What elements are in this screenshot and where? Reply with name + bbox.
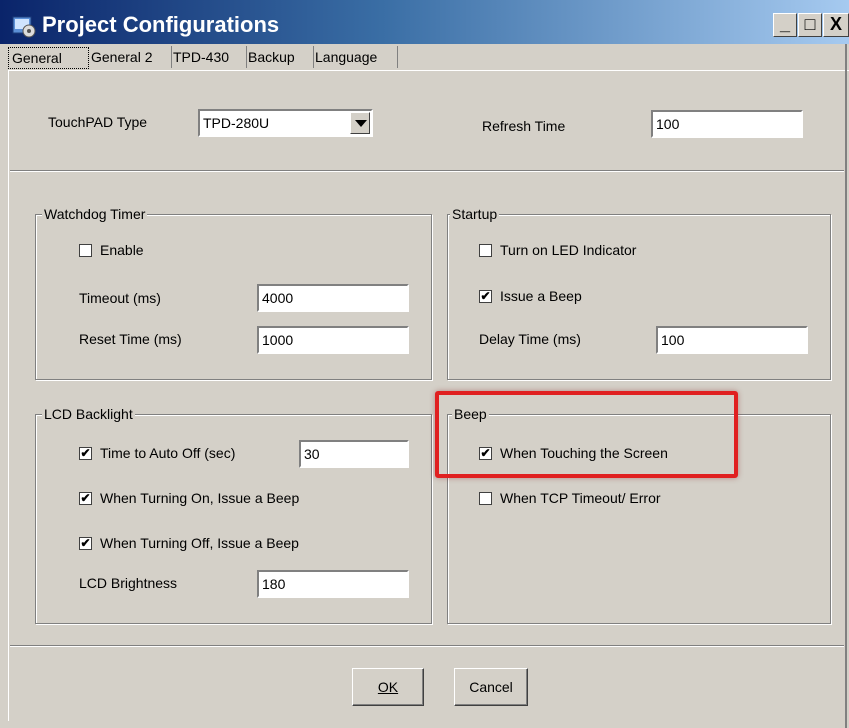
ok-button[interactable]: OK [352,668,424,706]
touchpad-type-select[interactable]: TPD-280U [198,109,373,137]
highlight-box [435,391,738,478]
maximize-button[interactable]: □ [798,13,822,37]
checkmark-icon: ✔ [80,446,91,460]
watchdog-timer-title: Watchdog Timer [42,206,148,222]
watchdog-enable-checkbox[interactable] [79,244,92,257]
project-config-icon [12,16,36,38]
lcd-brightness-input[interactable]: 180 [257,570,409,598]
divider [10,645,844,647]
turn-off-beep-label: When Turning Off, Issue a Beep [100,535,299,551]
window-right-border [845,44,847,728]
tab-backup[interactable]: Backup [245,46,314,68]
title-bar[interactable]: Project Configurations _ □ X [0,0,849,44]
reset-time-input[interactable]: 1000 [257,326,409,354]
startup-title: Startup [450,206,500,222]
auto-off-label: Time to Auto Off (sec) [100,445,236,461]
tcp-timeout-beep-label: When TCP Timeout/ Error [500,490,661,506]
checkmark-icon: ✔ [80,536,91,550]
led-indicator-label: Turn on LED Indicator [500,242,637,258]
watchdog-enable-label: Enable [100,242,144,258]
lcd-backlight-title: LCD Backlight [42,406,135,422]
auto-off-input[interactable]: 30 [299,440,409,468]
checkmark-icon: ✔ [80,491,91,505]
divider [10,170,844,172]
tab-tpd-430[interactable]: TPD-430 [170,46,247,68]
tab-general[interactable]: General [8,47,89,69]
reset-time-label: Reset Time (ms) [79,331,182,347]
window-title: Project Configurations [42,12,280,37]
delay-time-input[interactable]: 100 [656,326,808,354]
touchpad-type-label: TouchPAD Type [48,114,148,130]
refresh-time-label: Refresh Time [482,118,566,134]
cancel-button-label: Cancel [469,679,513,695]
timeout-input[interactable]: 4000 [257,284,409,312]
timeout-label: Timeout (ms) [79,290,161,306]
cancel-button[interactable]: Cancel [454,668,528,706]
turn-on-beep-checkbox[interactable]: ✔ [79,492,92,505]
refresh-time-input[interactable]: 100 [651,110,803,138]
ok-button-label: OK [377,679,399,695]
tab-general-2[interactable]: General 2 [88,46,172,68]
startup-beep-label: Issue a Beep [500,288,582,304]
auto-off-checkbox[interactable]: ✔ [79,447,92,460]
turn-on-beep-label: When Turning On, Issue a Beep [100,490,300,506]
startup-beep-checkbox[interactable]: ✔ [479,290,492,303]
chevron-down-icon[interactable] [350,112,370,134]
checkmark-icon: ✔ [480,289,491,303]
lcd-brightness-label: LCD Brightness [79,575,178,591]
close-button[interactable]: X [823,13,849,37]
turn-off-beep-checkbox[interactable]: ✔ [79,537,92,550]
delay-time-label: Delay Time (ms) [479,331,581,347]
touchpad-type-value: TPD-280U [203,115,270,131]
tcp-timeout-beep-checkbox[interactable] [479,492,492,505]
project-configurations-window: Project Configurations _ □ X General Gen… [0,0,849,728]
led-indicator-checkbox[interactable] [479,244,492,257]
tab-language[interactable]: Language [312,46,398,68]
minimize-button[interactable]: _ [773,13,797,37]
